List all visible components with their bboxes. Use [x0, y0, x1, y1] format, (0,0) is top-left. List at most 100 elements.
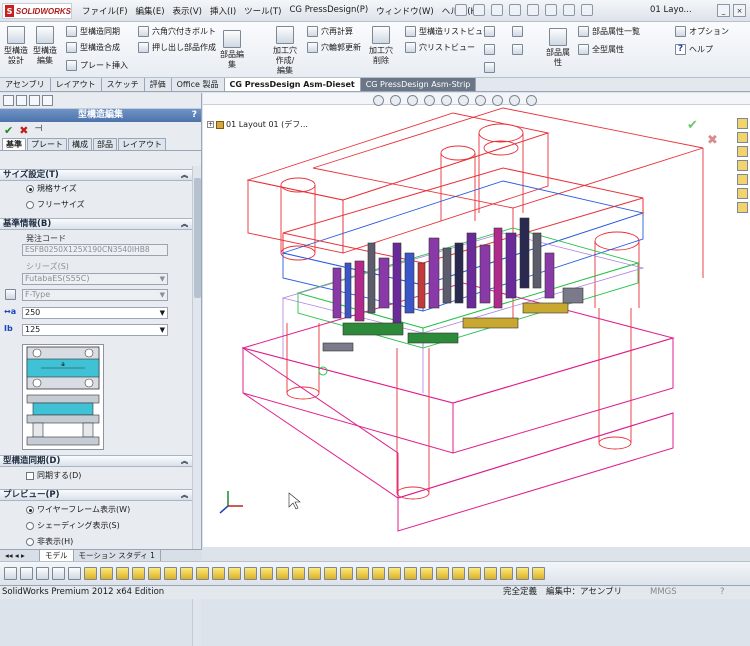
tab-motion-study[interactable]: モーション スタディ 1: [74, 550, 161, 561]
radio-hidden[interactable]: 非表示(H): [26, 536, 73, 547]
hex-bolt-button[interactable]: 六角穴付きボルト: [138, 26, 216, 37]
config-manager-icon[interactable]: [29, 95, 40, 106]
filter-tool-icon[interactable]: [308, 567, 321, 580]
select-icon[interactable]: [545, 4, 557, 16]
filter-tool-icon[interactable]: [180, 567, 193, 580]
hole-create-button[interactable]: 加工穴 作成/ 編集: [270, 26, 300, 76]
cancel-x-icon[interactable]: ✖: [19, 124, 28, 137]
minimize-button[interactable]: _: [717, 4, 730, 17]
ribbon-tool-4[interactable]: [512, 26, 523, 37]
tab-office[interactable]: Office 製品: [172, 78, 225, 91]
menu-tools[interactable]: ツール(T): [244, 5, 281, 17]
tab-cg-dieset[interactable]: CG PressDesign Asm-Dieset: [224, 78, 361, 91]
filter-tool-icon[interactable]: [164, 567, 177, 580]
toolbar-tool-icon[interactable]: [36, 567, 49, 580]
select-arrow-icon[interactable]: [4, 567, 17, 580]
part-attr-list-button[interactable]: 部品属性一覧: [578, 26, 640, 37]
solidworks-logo[interactable]: S SOLIDWORKS: [2, 3, 72, 19]
subtab-config[interactable]: 構成: [68, 138, 92, 150]
print-icon[interactable]: [509, 4, 521, 16]
filter-tool-icon[interactable]: [148, 567, 161, 580]
open-icon[interactable]: [473, 4, 485, 16]
filter-icon[interactable]: [737, 202, 748, 213]
subtab-plate[interactable]: プレート: [27, 138, 67, 150]
design-library-icon[interactable]: [737, 132, 748, 143]
status-help-icon[interactable]: ?: [720, 586, 725, 599]
appearances-icon[interactable]: [737, 174, 748, 185]
part-attr-button[interactable]: 部品属 性: [545, 28, 571, 68]
menu-cgpressdesign[interactable]: CG PressDesign(P): [289, 5, 368, 17]
sync-checkbox[interactable]: 同期する(D): [26, 470, 81, 481]
subtab-base[interactable]: 基準: [2, 138, 26, 150]
all-mold-attr-button[interactable]: 全型属性: [578, 44, 624, 55]
radio-standard-size[interactable]: 規格サイズ: [26, 183, 77, 194]
scrollbar-thumb[interactable]: [194, 178, 201, 298]
hole-recalc-button[interactable]: 穴再計算: [307, 26, 353, 37]
filter-tool-icon[interactable]: [484, 567, 497, 580]
filter-tool-icon[interactable]: [84, 567, 97, 580]
filter-tool-icon[interactable]: [100, 567, 113, 580]
filter-tool-icon[interactable]: [500, 567, 513, 580]
menu-edit[interactable]: 編集(E): [136, 5, 165, 17]
subtab-parts[interactable]: 部品: [93, 138, 117, 150]
mold-design-button[interactable]: 型構造 設計: [3, 26, 29, 66]
ribbon-tool-2[interactable]: [484, 44, 495, 55]
close-button[interactable]: ×: [733, 4, 746, 17]
property-manager-icon[interactable]: [16, 95, 27, 106]
custom-props-icon[interactable]: [737, 188, 748, 199]
filter-tool-icon[interactable]: [468, 567, 481, 580]
toolbar-tool-icon[interactable]: [68, 567, 81, 580]
hole-list-view-button[interactable]: 穴リストビュー: [405, 42, 475, 53]
extrude-part-button[interactable]: 押し出し部品作成: [138, 42, 216, 53]
resources-icon[interactable]: [737, 118, 748, 129]
mold-edit-button[interactable]: 型構造 編集: [32, 26, 58, 66]
mold-sync-button[interactable]: 型構造同期: [66, 26, 120, 37]
filter-tool-icon[interactable]: [420, 567, 433, 580]
tab-sketch[interactable]: スケッチ: [102, 78, 145, 91]
help-button[interactable]: ? ヘルプ: [675, 44, 713, 55]
view-palette-icon[interactable]: [737, 160, 748, 171]
filter-tool-icon[interactable]: [212, 567, 225, 580]
sync-section-header[interactable]: 型構造同期(D) ︽: [0, 455, 192, 467]
filter-tool-icon[interactable]: [116, 567, 129, 580]
radio-wireframe[interactable]: ワイヤーフレーム表示(W): [26, 504, 130, 515]
ok-checkmark-icon[interactable]: ✔: [4, 124, 13, 137]
filter-tool-icon[interactable]: [276, 567, 289, 580]
radio-shaded[interactable]: シェーディング表示(S): [26, 520, 120, 531]
ribbon-tool-3[interactable]: [484, 62, 495, 73]
menu-view[interactable]: 表示(V): [173, 5, 202, 17]
base-section-header[interactable]: 基準情報(B) ︽: [0, 218, 192, 230]
filter-tool-icon[interactable]: [372, 567, 385, 580]
filter-tool-icon[interactable]: [388, 567, 401, 580]
size-b-select[interactable]: 125 ▼: [22, 324, 168, 336]
graphics-viewport[interactable]: + 01 Layout 01 (デフ... ✔ ✖: [203, 93, 750, 547]
bottom-nav-arrows[interactable]: ◂◂ ◂ ▸ ▸▸: [0, 550, 40, 571]
filter-tool-icon[interactable]: [324, 567, 337, 580]
tab-model[interactable]: モデル: [40, 550, 74, 561]
size-a-select[interactable]: 250 ▼: [22, 307, 168, 319]
filter-tool-icon[interactable]: [260, 567, 273, 580]
filter-tool-icon[interactable]: [452, 567, 465, 580]
filter-tool-icon[interactable]: [244, 567, 257, 580]
filter-tool-icon[interactable]: [532, 567, 545, 580]
mold-merge-button[interactable]: 型構造合成: [66, 42, 120, 53]
part-edit-button[interactable]: 部品編 集: [219, 30, 245, 70]
new-doc-icon[interactable]: [455, 4, 467, 16]
filter-tool-icon[interactable]: [228, 567, 241, 580]
tab-cg-strip[interactable]: CG PressDesign Asm-Strip: [360, 78, 477, 91]
filter-tool-icon[interactable]: [340, 567, 353, 580]
filter-tool-icon[interactable]: [196, 567, 209, 580]
menu-insert[interactable]: 挿入(I): [210, 5, 236, 17]
file-explorer-icon[interactable]: [737, 146, 748, 157]
options-icon[interactable]: [581, 4, 593, 16]
toolbar-tool-icon[interactable]: [52, 567, 65, 580]
display-manager-icon[interactable]: [42, 95, 53, 106]
menu-window[interactable]: ウィンドウ(W): [376, 5, 434, 17]
ribbon-tool-1[interactable]: [484, 26, 495, 37]
menu-file[interactable]: ファイル(F): [82, 5, 128, 17]
tab-evaluate[interactable]: 評価: [145, 78, 172, 91]
filter-tool-icon[interactable]: [132, 567, 145, 580]
feature-tree-icon[interactable]: [3, 95, 14, 106]
pm-help-icon[interactable]: ?: [192, 109, 197, 122]
options-button[interactable]: オプション: [675, 26, 729, 37]
